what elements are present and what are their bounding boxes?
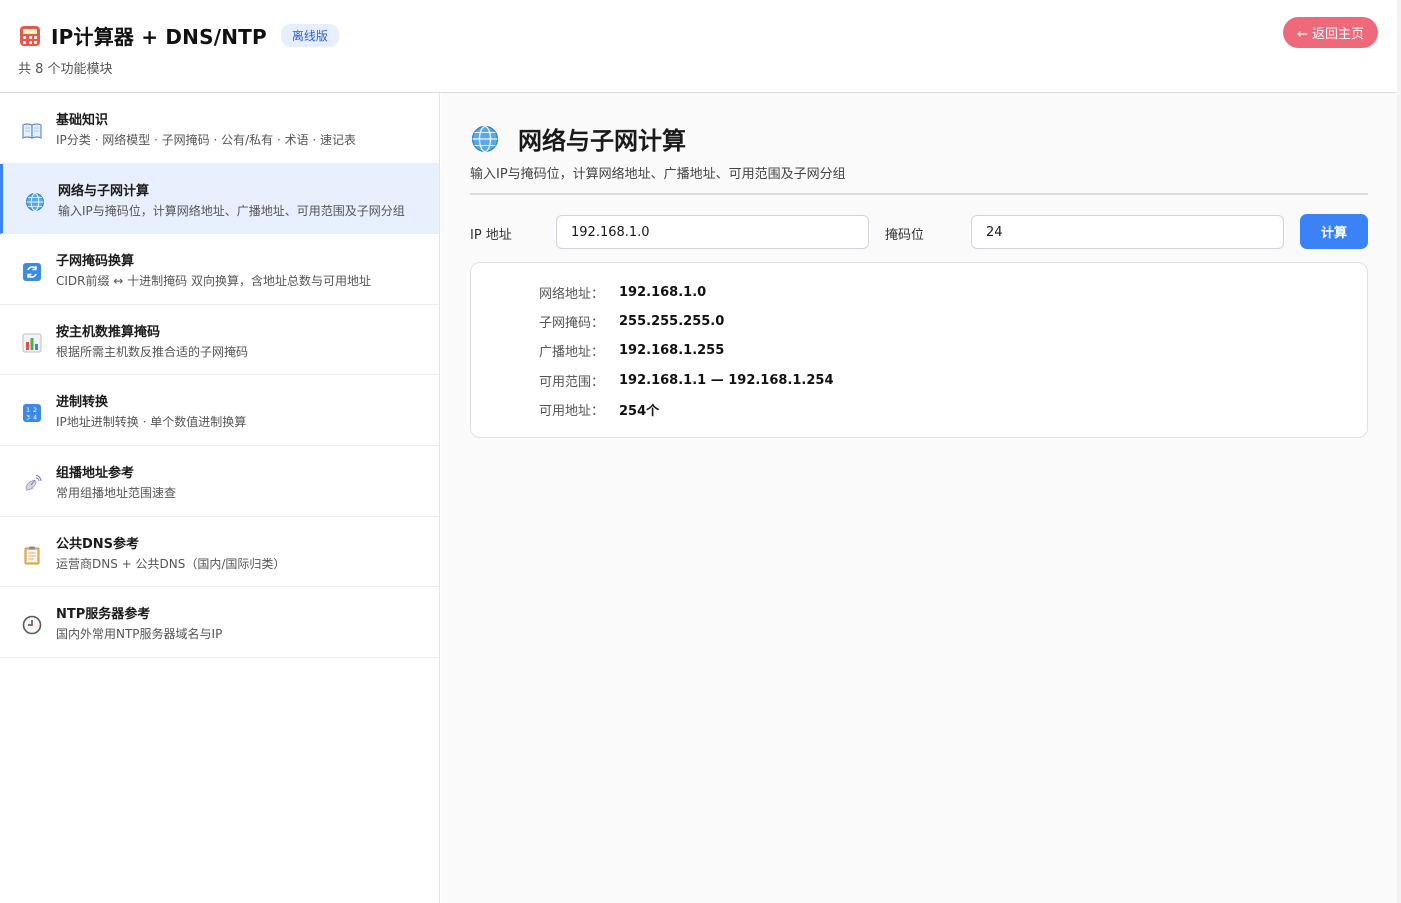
result-row-broadcast: 广播地址： 192.168.1.255 [539,340,724,360]
result-card: 网络地址： 192.168.1.0 子网掩码： 255.255.255.0 广播… [470,262,1368,438]
sidebar-item-desc: IP分类 · 网络模型 · 子网掩码 · 公有/私有 · 术语 · 速记表 [56,133,357,147]
globe-icon [471,125,499,152]
result-row-count: 可用地址： 254个 [539,399,659,419]
sidebar-item-base-convert[interactable]: 1 2 3 4 进制转换 IP地址进制转换 · 单个数值进制换算 [0,375,439,446]
sidebar-item-ntp[interactable]: NTP服务器参考 国内外常用NTP服务器域名与IP [0,587,439,658]
calc-form: IP 地址 192.168.1.0 掩码位 24 计算 [470,214,1368,249]
scrollbar[interactable] [1397,0,1401,903]
sidebar-item-desc: 运营商DNS + 公共DNS（国内/国际归类） [56,556,286,571]
result-key: 子网掩码： [539,315,605,331]
sidebar-item-desc: CIDR前缀 ↔ 十进制掩码 双向换算，含地址总数与可用地址 [56,274,371,289]
module-count: 共 8 个功能模块 [18,62,113,77]
sidebar-item-desc: 根据所需主机数反推合适的子网掩码 [56,344,249,359]
sidebar-item-multicast[interactable]: 组播地址参考 常用组播地址范围速查 [0,446,439,517]
svg-text:3: 3 [26,414,30,422]
sidebar-item-mask-convert[interactable]: 子网掩码换算 CIDR前缀 ↔ 十进制掩码 双向换算，含地址总数与可用地址 [0,234,439,305]
sidebar-item-title: 进制转换 [56,395,109,411]
mask-label: 掩码位 [885,228,925,243]
result-value: 192.168.1.0 [619,284,707,300]
sidebar-item-title: 公共DNS参考 [56,536,140,552]
mask-input[interactable]: 24 [971,215,1284,249]
sidebar-item-title: 网络与子网计算 [58,183,150,199]
result-row-mask: 子网掩码： 255.255.255.0 [539,311,724,331]
result-key: 网络地址： [539,286,605,302]
sidebar-item-title: 按主机数推算掩码 [56,324,161,340]
app-page: IP计算器 + DNS/NTP 离线版 共 8 个功能模块 ← 返回主页 基础知… [0,0,1397,903]
back-home-button[interactable]: ← 返回主页 [1283,17,1378,48]
sidebar-item-public-dns[interactable]: 公共DNS参考 运营商DNS + 公共DNS（国内/国际归类） [0,517,439,588]
sidebar-item-desc: IP地址进制转换 · 单个数值进制换算 [56,415,247,430]
sidebar-item-desc: 常用组播地址范围速查 [56,485,177,500]
sidebar-item-subnet-calc[interactable]: 网络与子网计算 输入IP与掩码位，计算网络地址、广播地址、可用范围及子网分组 [0,163,439,235]
result-value: 192.168.1.255 [619,342,725,358]
sidebar-item-host-mask[interactable]: 按主机数推算掩码 根据所需主机数反推合适的子网掩码 [0,305,439,376]
brand: IP计算器 + DNS/NTP 离线版 [20,21,339,50]
sidebar: 基础知识 IP分类 · 网络模型 · 子网掩码 · 公有/私有 · 术语 · 速… [0,93,440,903]
sidebar-item-title: 组播地址参考 [56,465,135,481]
sidebar-item-desc: 国内外常用NTP服务器域名与IP [56,627,223,642]
page-description: 输入IP与掩码位，计算网络地址、广播地址、可用范围及子网分组 [470,167,846,182]
section-header: 网络与子网计算 [471,121,686,156]
clock-icon [22,615,42,635]
result-value: 255.255.255.0 [619,313,725,329]
sidebar-item-title: 基础知识 [56,113,109,128]
result-key: 可用范围： [539,374,605,390]
sidebar-item-title: NTP服务器参考 [56,607,151,623]
sidebar-item-basics[interactable]: 基础知识 IP分类 · 网络模型 · 子网掩码 · 公有/私有 · 术语 · 速… [0,93,439,164]
bar-chart-icon [22,333,42,353]
ip-label: IP 地址 [470,228,512,243]
sidebar-item-desc: 输入IP与掩码位，计算网络地址、广播地址、可用范围及子网分组 [58,203,405,218]
globe-icon [25,192,45,212]
result-row-network: 网络地址： 192.168.1.0 [539,282,706,302]
svg-text:4: 4 [33,414,37,422]
calculate-button[interactable]: 计算 [1300,214,1368,249]
offline-badge: 离线版 [280,24,339,47]
ip-input[interactable]: 192.168.1.0 [556,215,869,249]
page-title: 网络与子网计算 [518,127,686,155]
satellite-icon [22,474,42,494]
result-value: 192.168.1.1 — 192.168.1.254 [619,372,834,388]
result-key: 可用地址： [539,403,605,419]
numbers-icon: 1 2 3 4 [22,403,42,423]
book-icon [22,121,42,141]
clipboard-icon [22,545,42,565]
header: IP计算器 + DNS/NTP 离线版 共 8 个功能模块 ← 返回主页 [0,0,1397,93]
main-panel: 网络与子网计算 输入IP与掩码位，计算网络地址、广播地址、可用范围及子网分组 I… [441,93,1397,903]
sidebar-item-title: 子网掩码换算 [56,254,135,270]
divider [470,193,1368,195]
result-row-range: 可用范围： 192.168.1.1 — 192.168.1.254 [539,370,834,390]
result-key: 广播地址： [539,344,605,360]
refresh-icon [22,262,42,282]
calculator-icon [20,25,40,46]
app-title: IP计算器 + DNS/NTP [51,25,267,49]
result-value: 254个 [619,403,660,419]
